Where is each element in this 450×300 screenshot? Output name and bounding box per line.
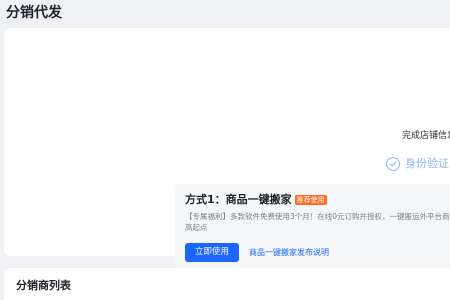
distributor-list-title: 分销商列表	[16, 279, 71, 292]
method-one-description: 【专属福利】多款软件免费使用3个月！在线0元订购并授权，一键搬运外平台商品权重高…	[185, 212, 450, 232]
distributor-list-card: 分销商列表	[4, 268, 450, 300]
method-one-header: 方式1：商品一键搬家 推荐使用	[185, 192, 327, 208]
onboarding-card: 完成店铺信息 身份验证 方式1：商品一键搬家 推荐使用 【专属福利】多款软件免费…	[4, 28, 450, 272]
check-circle-icon	[386, 157, 400, 171]
store-info-hint: 完成店铺信息	[401, 131, 450, 141]
publish-guide-link[interactable]: 商品一键搬家发布说明	[249, 247, 329, 258]
page-title: 分销代发	[6, 5, 62, 21]
identity-verify-label: 身份验证	[405, 157, 449, 170]
recommend-badge: 推荐使用	[294, 195, 327, 205]
distribution-page: 分销代发 完成店铺信息 身份验证 方式1：商品一键搬家 推荐使用 【专属福利】多…	[0, 0, 450, 300]
identity-verify-step[interactable]: 身份验证	[386, 155, 449, 173]
method-one-title: 方式1：商品一键搬家	[185, 193, 292, 206]
method-one-panel: 方式1：商品一键搬家 推荐使用 【专属福利】多款软件免费使用3个月！在线0元订购…	[175, 184, 450, 272]
use-now-button[interactable]: 立即使用	[185, 243, 239, 262]
